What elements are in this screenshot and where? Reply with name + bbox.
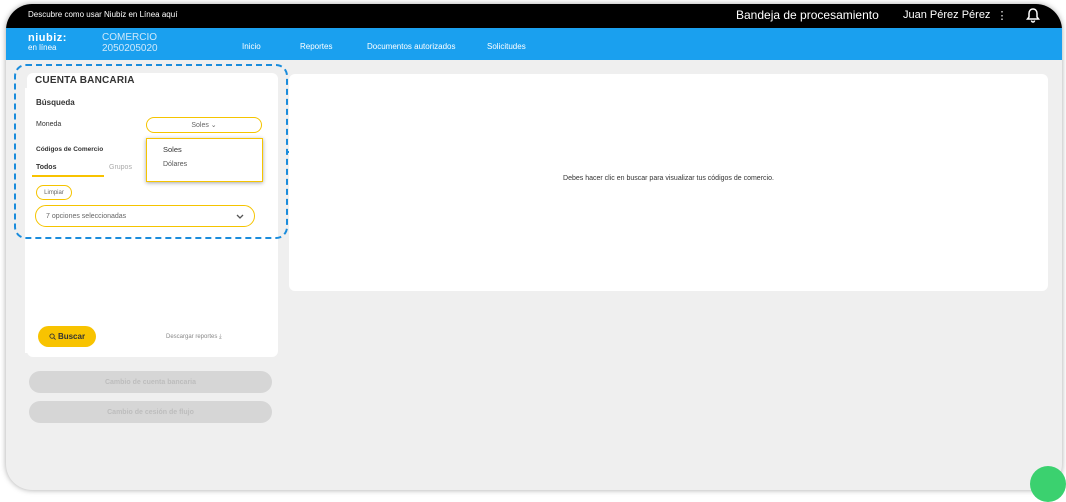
empty-state-message: Debes hacer clic en buscar para visualiz… [563, 175, 774, 182]
nav-inicio[interactable]: Inicio [242, 42, 261, 51]
flow-assignment-button[interactable]: Cambio de cesión de flujo [29, 401, 272, 423]
nav-bar: niubiz: en línea COMERCIO 2050205020 Ini… [6, 28, 1062, 60]
niubiz-logo[interactable]: niubiz: en línea [28, 32, 67, 53]
search-button[interactable]: Buscar [38, 326, 96, 347]
promo-link[interactable]: Descubre como usar Niubiz en Línea aquí [28, 10, 177, 19]
nav-documentos[interactable]: Documentos autorizados [367, 42, 456, 51]
commerce-info: COMERCIO 2050205020 [102, 32, 158, 54]
search-icon [49, 333, 56, 340]
top-bar: Descubre como usar Niubiz en Línea aquí … [6, 4, 1062, 28]
kebab-icon: ⋮ [996, 10, 1008, 22]
commerce-label: COMERCIO [102, 32, 157, 43]
nav-solicitudes[interactable]: Solicitudes [487, 42, 526, 51]
search-button-label: Buscar [57, 332, 86, 341]
processing-tray-link[interactable]: Bandeja de procesamiento [736, 8, 879, 22]
logo-line-2: en línea [28, 43, 57, 52]
user-name: Juan Pérez Pérez [903, 9, 991, 21]
nav-reportes[interactable]: Reportes [300, 42, 332, 51]
logo-line-1: niubiz: [28, 32, 67, 44]
download-reports-link[interactable]: Descargar reportes ⤓ [166, 334, 222, 341]
commerce-code: 2050205020 [102, 43, 158, 54]
results-panel: Debes hacer clic en buscar para visualiz… [289, 74, 1048, 291]
user-menu[interactable]: Juan Pérez Pérez ⋮ [903, 9, 1007, 22]
bell-icon[interactable] [1026, 7, 1040, 23]
annotation-highlight [14, 64, 288, 239]
change-account-button[interactable]: Cambio de cuenta bancaria [29, 371, 272, 393]
whatsapp-icon[interactable] [1030, 466, 1066, 502]
